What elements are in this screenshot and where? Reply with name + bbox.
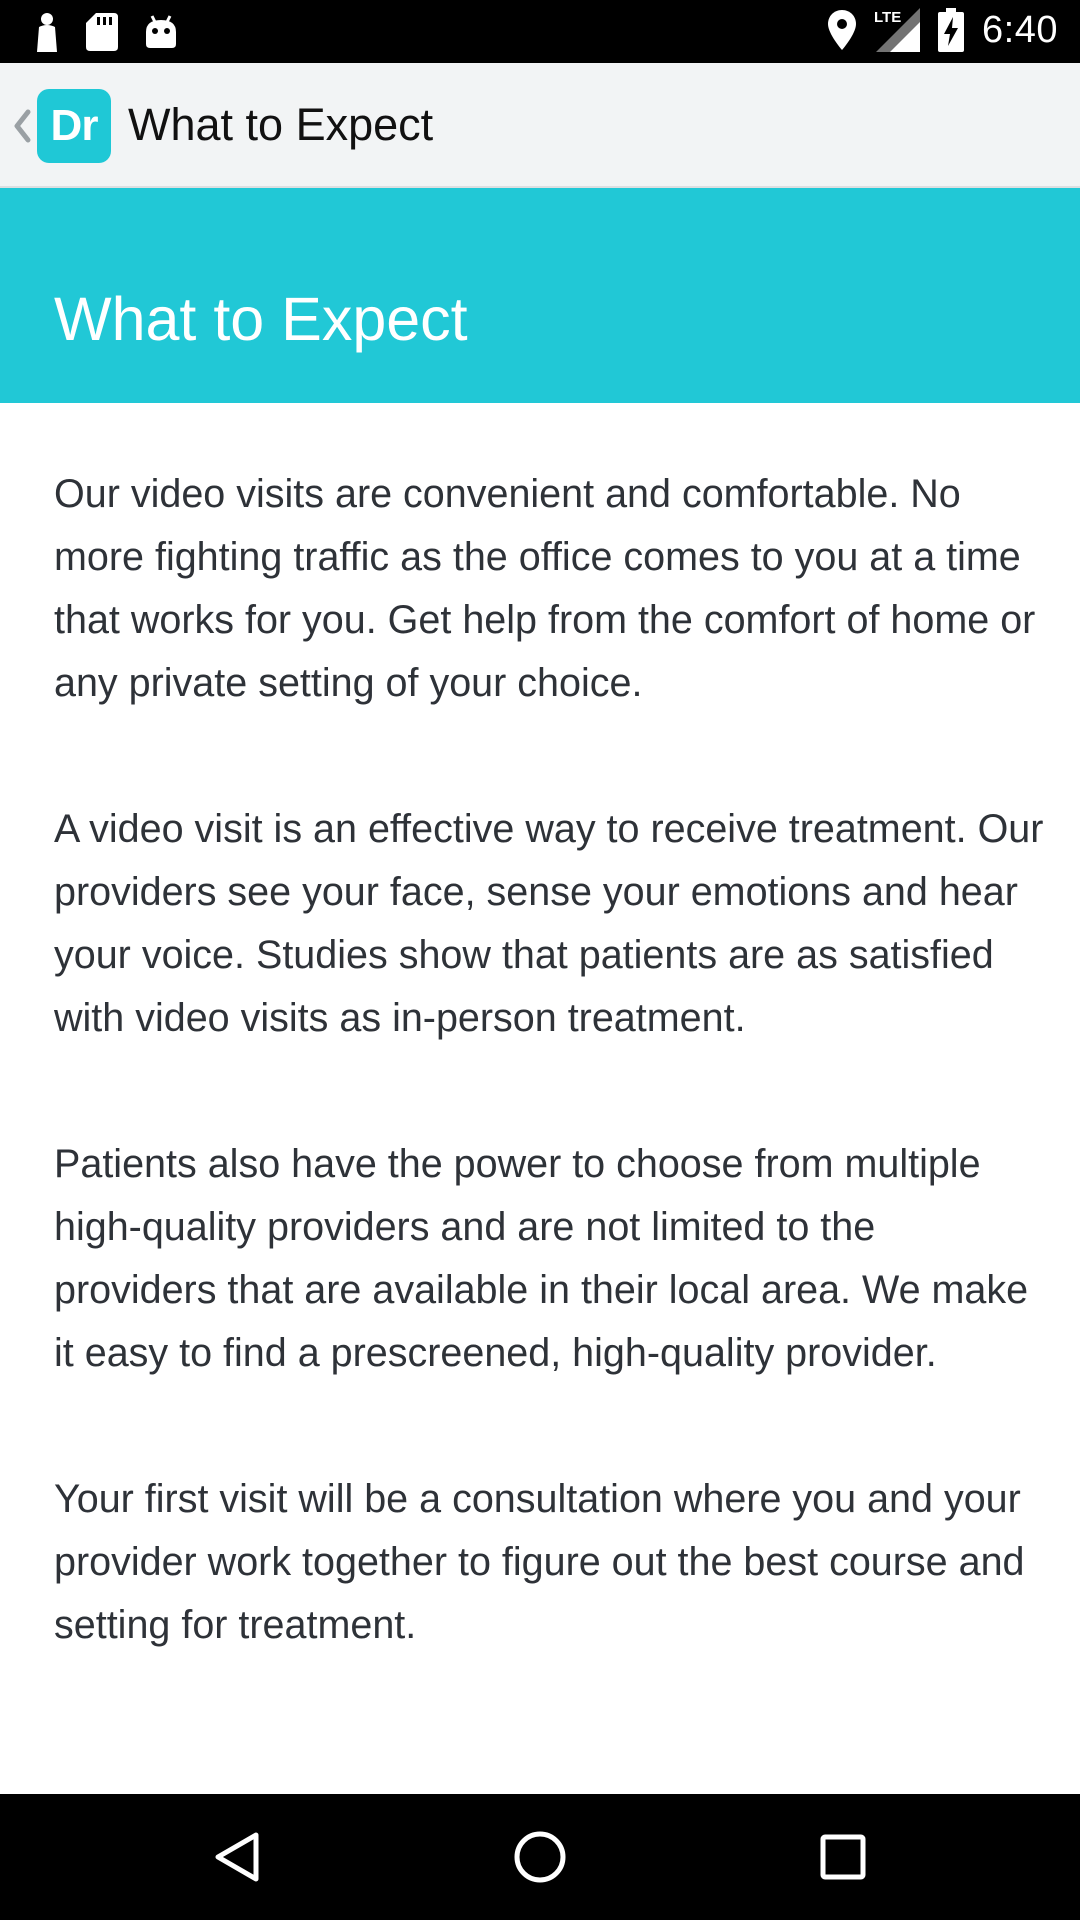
status-right-icons: LTE 6:40 xyxy=(828,8,1058,52)
page-header-banner: What to Expect xyxy=(0,188,1080,403)
chevron-left-icon[interactable] xyxy=(8,101,36,151)
app-toolbar: Dr What to Expect xyxy=(0,63,1080,188)
paragraph-convenience: Our video visits are convenient and comf… xyxy=(54,472,1036,705)
network-label: LTE xyxy=(874,9,901,26)
content-body: Our video visits are convenient and comf… xyxy=(54,463,1044,1793)
battery-charging-icon xyxy=(938,8,965,52)
status-time: 6:40 xyxy=(982,8,1058,51)
recents-square-icon[interactable] xyxy=(813,1827,873,1887)
screen: LTE 6:40 Dr What to Expect What to Expec… xyxy=(0,0,1080,1920)
status-bar: LTE 6:40 xyxy=(0,0,1080,63)
status-left-icons xyxy=(34,12,178,52)
back-triangle-icon[interactable] xyxy=(207,1827,267,1887)
android-icon xyxy=(144,14,178,50)
toolbar-title: What to Expect xyxy=(128,99,434,150)
page-title: What to Expect xyxy=(54,285,468,353)
paragraph-first-visit: Your first visit will be a consultation … xyxy=(54,1477,1025,1647)
sd-card-icon xyxy=(86,13,118,51)
lte-signal-icon: LTE xyxy=(874,8,921,52)
person-icon xyxy=(34,12,60,52)
home-circle-icon[interactable] xyxy=(510,1827,570,1887)
system-nav-bar xyxy=(0,1794,1080,1920)
paragraph-effectiveness: A video visit is an effective way to rec… xyxy=(54,807,1044,1040)
paragraph-provider-choice: Patients also have the power to choose f… xyxy=(54,1142,1029,1375)
app-logo[interactable]: Dr xyxy=(37,89,111,163)
location-icon xyxy=(828,10,857,50)
